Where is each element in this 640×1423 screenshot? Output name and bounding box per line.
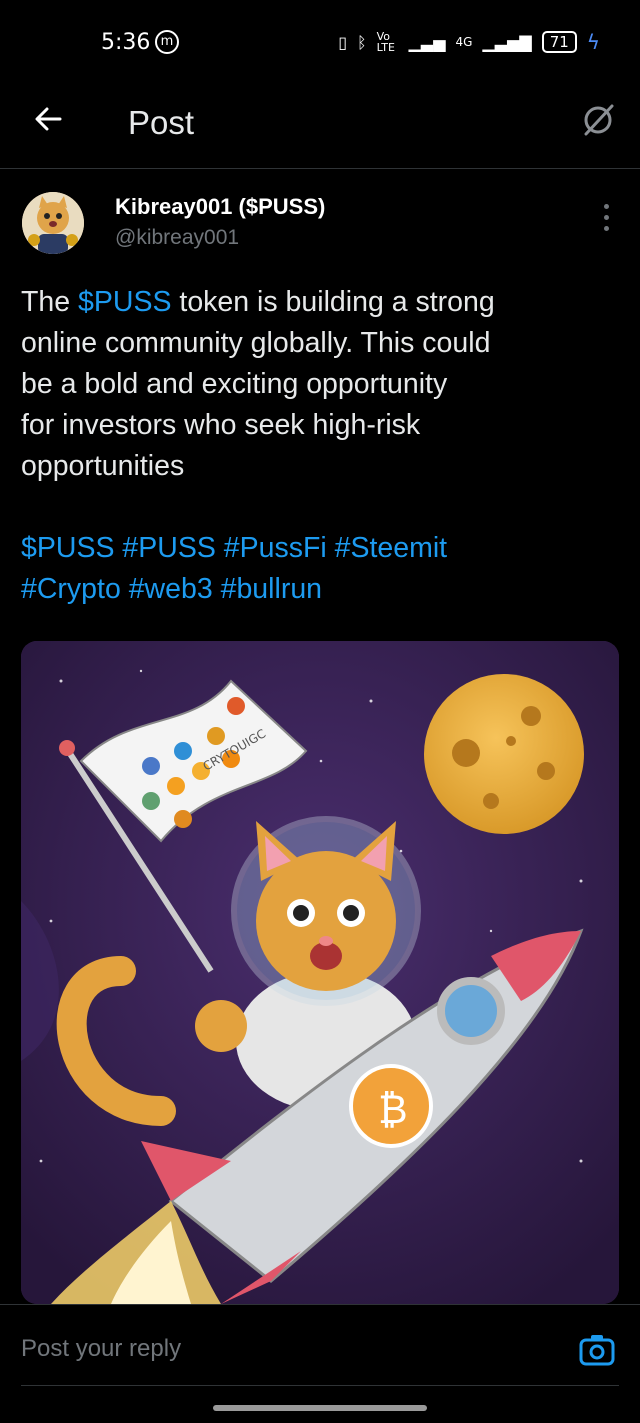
post-line: for investors who seek high-risk (21, 409, 421, 441)
top-bar: Post (0, 90, 640, 169)
status-time: 5:36 (101, 30, 151, 55)
network-label: 4G (455, 35, 473, 49)
post-line: online community globally. This could (21, 327, 491, 359)
arrow-left-icon[interactable] (33, 104, 63, 141)
volte-label: Vo LTE (376, 30, 395, 54)
post-text-fragment: token is building a strong (171, 286, 495, 318)
status-icons: ▯ ᛒ Vo LTE ▁▃▅ 4G ▁▃▅▇ 71 ϟ (338, 30, 600, 54)
post-image[interactable]: CRYTOUIGC ₿ (21, 641, 619, 1304)
post-text: The $PUSS token is building a strong onl… (21, 282, 601, 610)
reply-divider (21, 1385, 619, 1386)
bluetooth-icon: ᛒ (357, 32, 367, 52)
charging-icon: ϟ (586, 30, 600, 54)
grok-icon[interactable] (581, 103, 615, 137)
hashtag-line[interactable]: $PUSS #PUSS #PussFi #Steemit (21, 528, 601, 569)
signal-icon-1: ▁▃▅ (408, 32, 446, 52)
battery-icon: 71 (541, 31, 577, 53)
m-circle-icon: m (155, 30, 179, 54)
moon-illustration (424, 674, 584, 834)
camera-icon[interactable] (579, 1333, 615, 1367)
post-line: opportunities (21, 450, 185, 482)
more-options-icon[interactable] (602, 204, 610, 240)
reply-bar: Post your reply (0, 1304, 640, 1423)
status-bar: 5:36 m ▯ ᛒ Vo LTE ▁▃▅ 4G ▁▃▅▇ 71 ϟ (0, 0, 640, 90)
post-author: Kibreay001 ($PUSS) @kibreay001 (20, 190, 620, 260)
hashtag-line[interactable]: #Crypto #web3 #bullrun (21, 569, 601, 610)
bitcoin-symbol: ₿ (378, 1087, 408, 1133)
post-text-fragment: The (21, 286, 79, 318)
avatar[interactable] (22, 192, 84, 254)
home-indicator[interactable] (213, 1405, 427, 1411)
post-line: be a bold and exciting opportunity (21, 368, 448, 400)
vibrate-icon: ▯ (338, 32, 348, 52)
page-title: Post (128, 104, 195, 141)
post-line: The $PUSS token is building a strong (21, 282, 601, 323)
reply-input[interactable]: Post your reply (21, 1335, 181, 1363)
author-handle[interactable]: @kibreay001 (115, 226, 239, 250)
cashtag-link[interactable]: $PUSS (78, 286, 171, 318)
signal-icon-2: ▁▃▅▇ (482, 32, 532, 52)
author-name[interactable]: Kibreay001 ($PUSS) (115, 194, 325, 220)
